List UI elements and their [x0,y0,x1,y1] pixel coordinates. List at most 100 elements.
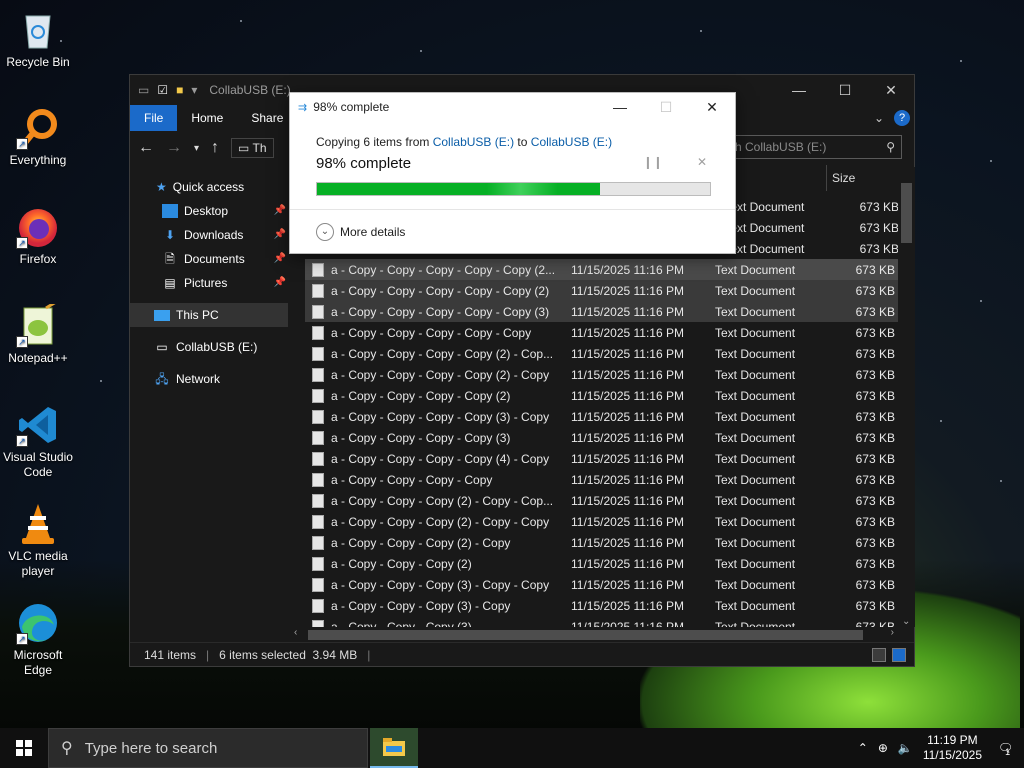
nav-quick-access[interactable]: ★ Quick access [130,175,288,199]
table-row[interactable]: a - Copy - Copy - Copy (2) 11/15/2025 11:… [305,553,899,574]
file-date: 11/15/2025 11:16 PM [571,493,684,508]
scrollbar-thumb[interactable] [901,183,912,243]
desktop-icon-recycle-bin[interactable]: Recycle Bin [0,8,76,70]
nav-pictures[interactable]: ▤ Pictures 📌 [130,271,288,295]
pause-button[interactable]: ❙❙ [643,155,663,172]
table-row[interactable]: a - Copy - Copy - Copy (2) - Copy - Copy… [305,511,899,532]
maximize-button[interactable]: ☐ [822,82,868,99]
properties-icon[interactable]: ☑ [157,83,168,97]
nav-documents[interactable]: 🗎 Documents 📌 [130,247,288,271]
nav-desktop[interactable]: Desktop 📌 [130,199,288,223]
text-file-icon [312,283,324,298]
source-link[interactable]: CollabUSB (E:) [433,135,514,149]
table-row[interactable]: a - Copy - Copy - Copy - Copy (4) - Copy… [305,448,899,469]
dialog-titlebar[interactable]: ⇉ 98% complete — ☐ ✕ [290,93,735,121]
file-size: 673 KB [855,325,895,340]
table-row[interactable]: a - Copy - Copy - Copy (3) - Copy - Copy… [305,574,899,595]
table-row[interactable]: a - Copy - Copy - Copy - Copy (2) - Copy… [305,364,899,385]
desktop-icon-firefox[interactable]: ↗ Firefox [0,205,76,267]
network-globe-icon[interactable]: ⊕ [878,741,888,755]
table-row[interactable]: a - Copy - Copy - Copy - Copy - Copy (2)… [305,280,899,301]
expand-ribbon-icon[interactable]: ⌄ [874,111,884,125]
dialog-close-button[interactable]: ✕ [689,99,735,116]
taskbar-search-box[interactable]: ⚲ Type here to search [48,728,368,768]
file-size: 673 KB [855,577,895,592]
nav-network[interactable]: 🖧 Network [130,367,288,391]
table-row[interactable]: a - Copy - Copy - Copy - Copy 11/15/2025 … [305,469,899,490]
forward-button[interactable]: → [166,139,182,157]
file-date: 11/15/2025 11:16 PM [571,472,684,487]
horizontal-scrollbar[interactable]: ‹ › [290,627,898,643]
scroll-down-icon[interactable]: ⌄ [902,616,910,627]
taskbar: ⚲ Type here to search ⌃ ⊕ 🔈 11:19 PM 11/… [0,728,1024,768]
file-date: 11/15/2025 11:16 PM [571,262,684,277]
desktop-icon-everything[interactable]: ↗ Everything [0,106,76,168]
file-date: 11/15/2025 11:16 PM [571,304,684,319]
file-size: 673 KB [855,262,895,277]
details-view-button[interactable] [872,647,886,662]
large-icons-view-button[interactable] [892,647,906,662]
file-name: a - Copy - Copy - Copy - Copy (2) - Copy [331,367,550,382]
scrollbar-thumb[interactable] [308,630,863,640]
new-folder-icon[interactable]: ■ [176,83,183,97]
file-type: Text Document [715,346,796,361]
minimize-button[interactable]: — [776,82,822,99]
scroll-left-icon[interactable]: ‹ [294,627,297,638]
tab-home[interactable]: Home [177,105,237,131]
file-type: Text Document [715,262,796,277]
desktop-icon-vscode[interactable]: ↗ Visual Studio Code [0,403,76,480]
table-row[interactable]: a - Copy - Copy - Copy - Copy - Copy (2.… [305,259,899,280]
nav-downloads[interactable]: ⬇ Downloads 📌 [130,223,288,247]
column-divider[interactable] [826,165,827,191]
status-bar: 141 items | 6 items selected 3.94 MB | [130,642,914,666]
file-size: 673 KB [859,220,899,235]
tab-file[interactable]: File [130,105,178,131]
address-bar[interactable]: ▭ Th [231,138,274,158]
cancel-copy-button[interactable]: ✕ [697,155,707,172]
up-button[interactable]: ↑ [211,139,219,157]
volume-muted-icon[interactable]: 🔈 [898,741,913,755]
copy-progress-dialog[interactable]: ⇉ 98% complete — ☐ ✕ Copying 6 items fro… [289,92,736,254]
start-button[interactable] [0,728,48,768]
search-input[interactable]: h CollabUSB (E:) ⚲ [728,135,902,159]
table-row[interactable]: a - Copy - Copy - Copy - Copy (3) 11/15/2… [305,427,899,448]
table-row[interactable]: a - Copy - Copy - Copy - Copy - Copy 11/1… [305,322,899,343]
file-type: Text Document [715,493,796,508]
search-icon: ⚲ [886,140,895,154]
dialog-minimize-button[interactable]: — [597,99,643,116]
table-row[interactable]: a - Copy - Copy - Copy (2) - Copy 11/15/2… [305,532,899,553]
clock[interactable]: 11:19 PM 11/15/2025 [923,733,982,763]
column-header-size[interactable]: Size [832,171,855,185]
chevron-up-icon[interactable]: ⌃ [858,741,868,755]
file-size: 673 KB [855,304,895,319]
table-row[interactable]: a - Copy - Copy - Copy - Copy (2) - Cop.… [305,343,899,364]
desktop-icon-notepadpp[interactable]: ↗ Notepad++ [0,300,76,366]
action-center-button[interactable]: 🗨 1 [992,736,1016,760]
nav-usb-drive[interactable]: ▭ CollabUSB (E:) [130,335,288,359]
table-row[interactable]: a - Copy - Copy - Copy (2) - Copy - Cop.… [305,490,899,511]
file-name: a - Copy - Copy - Copy - Copy - Copy (2.… [331,262,556,277]
table-row[interactable]: a - Copy - Copy - Copy (3) - Copy 11/15/2… [305,595,899,616]
file-type: Text Document [715,514,796,529]
desktop-icon-vlc[interactable]: VLC media player [0,502,76,579]
status-separator: | [206,647,210,662]
help-icon[interactable]: ? [894,110,910,126]
desktop-icon-edge[interactable]: ↗ Microsoft Edge [0,601,76,678]
downloads-icon: ⬇ [164,228,176,242]
back-button[interactable]: ← [138,139,154,157]
table-row[interactable]: a - Copy - Copy - Copy - Copy (3) - Copy… [305,406,899,427]
nav-label: Network [176,372,221,386]
table-row[interactable]: a - Copy - Copy - Copy - Copy - Copy (3)… [305,301,899,322]
more-details-toggle[interactable]: ⌄ More details [290,209,735,253]
close-button[interactable]: ✕ [868,82,914,99]
file-name: a - Copy - Copy - Copy - Copy - Copy (2) [331,283,550,298]
table-row[interactable]: a - Copy - Copy - Copy - Copy (2) 11/15/2… [305,385,899,406]
scroll-right-icon[interactable]: › [891,627,894,638]
quick-access-dropdown-icon[interactable]: ▾ [191,83,197,97]
nav-this-pc[interactable]: This PC [130,303,288,327]
vertical-scrollbar[interactable]: ⌄ [898,167,915,627]
recent-locations-icon[interactable]: ▾ [194,143,199,154]
desktop-icon-label: Microsoft Edge [13,648,63,677]
taskbar-file-explorer[interactable] [370,728,418,768]
destination-link[interactable]: CollabUSB (E:) [531,135,612,149]
